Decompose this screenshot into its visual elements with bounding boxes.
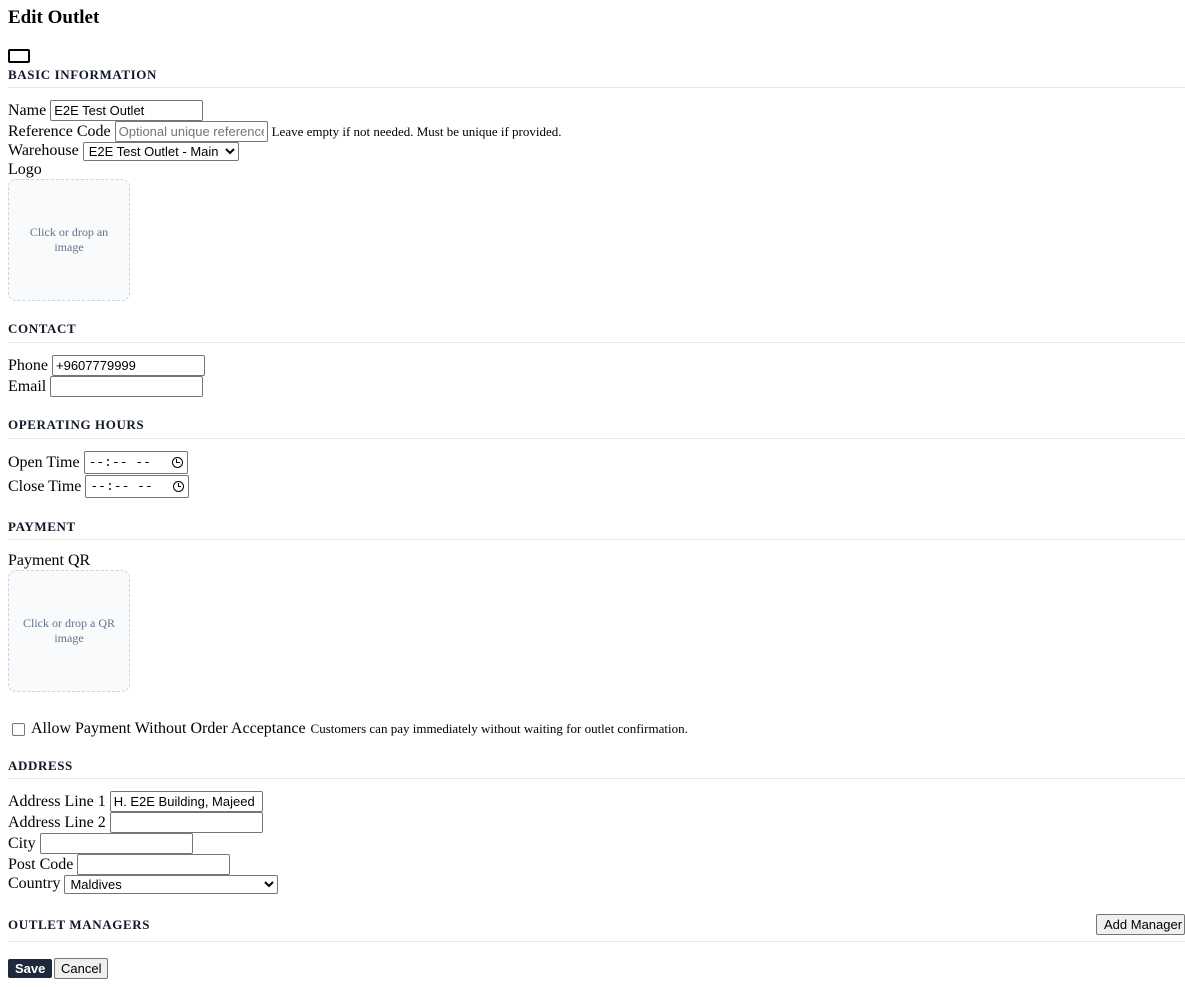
close-time-label: Close Time bbox=[8, 477, 82, 495]
name-input[interactable] bbox=[50, 100, 204, 121]
address-line2-input[interactable] bbox=[109, 812, 263, 833]
logo-dropzone[interactable]: Click or drop an image bbox=[8, 179, 130, 301]
page-title: Edit Outlet bbox=[8, 7, 100, 28]
section-managers-heading: OUTLET MANAGERS bbox=[8, 917, 151, 932]
divider bbox=[8, 778, 1185, 779]
email-row: Email bbox=[8, 376, 204, 397]
close-time-input[interactable]: --:-- -- bbox=[85, 475, 190, 498]
section-basic-heading: BASIC INFORMATION bbox=[8, 67, 157, 82]
payment-qr-dropzone[interactable]: Click or drop a QR image bbox=[8, 570, 130, 692]
address-line1-input[interactable] bbox=[109, 791, 263, 812]
warehouse-row: Warehouse E2E Test Outlet - Main bbox=[8, 141, 239, 161]
warehouse-label: Warehouse bbox=[8, 142, 79, 159]
divider bbox=[8, 342, 1185, 343]
address-line1-label: Address Line 1 bbox=[8, 792, 106, 810]
payment-qr-label: Payment QR bbox=[8, 552, 91, 569]
divider bbox=[8, 539, 1185, 540]
city-label: City bbox=[8, 834, 36, 852]
phone-label: Phone bbox=[8, 356, 48, 374]
allow-payment-hint: Customers can pay immediately without wa… bbox=[310, 721, 688, 736]
section-contact-heading: CONTACT bbox=[8, 321, 77, 336]
close-time-row: Close Time --:-- -- bbox=[8, 475, 190, 498]
close-time-value: --:-- -- bbox=[90, 479, 153, 494]
post-code-input[interactable] bbox=[77, 854, 231, 875]
allow-payment-row: Allow Payment Without Order Acceptance C… bbox=[12, 719, 688, 739]
email-label: Email bbox=[8, 377, 47, 395]
post-code-label: Post Code bbox=[8, 855, 74, 873]
clock-icon[interactable] bbox=[173, 481, 185, 492]
country-select[interactable]: Maldives bbox=[64, 874, 279, 894]
address-line1-row: Address Line 1 bbox=[8, 791, 263, 812]
name-label: Name bbox=[8, 101, 47, 119]
logo-label: Logo bbox=[8, 161, 42, 178]
section-address-heading: ADDRESS bbox=[8, 758, 73, 773]
clock-icon[interactable] bbox=[171, 457, 183, 468]
divider bbox=[8, 941, 1185, 942]
add-manager-button[interactable]: Add Manager bbox=[1096, 914, 1185, 935]
post-code-row: Post Code bbox=[8, 854, 231, 875]
country-label: Country bbox=[8, 875, 61, 892]
payment-qr-dropzone-text: Click or drop a QR image bbox=[23, 616, 115, 645]
address-line2-row: Address Line 2 bbox=[8, 812, 263, 833]
reference-code-label: Reference Code bbox=[8, 122, 111, 140]
open-time-input[interactable]: --:-- -- bbox=[83, 451, 188, 474]
open-time-label: Open Time bbox=[8, 453, 80, 471]
city-row: City bbox=[8, 833, 193, 854]
section-payment-heading: PAYMENT bbox=[8, 519, 76, 534]
allow-payment-checkbox[interactable] bbox=[12, 722, 25, 736]
email-input[interactable] bbox=[50, 376, 204, 397]
warehouse-select[interactable]: E2E Test Outlet - Main bbox=[82, 141, 239, 161]
save-button[interactable]: Save bbox=[8, 959, 53, 978]
divider bbox=[8, 438, 1185, 439]
divider bbox=[8, 87, 1185, 88]
open-time-value: --:-- -- bbox=[88, 455, 151, 470]
open-time-row: Open Time --:-- -- bbox=[8, 451, 188, 474]
country-row: Country Maldives bbox=[8, 874, 279, 894]
reference-code-row: Reference Code Leave empty if not needed… bbox=[8, 121, 562, 142]
name-row: Name bbox=[8, 100, 204, 121]
allow-payment-label: Allow Payment Without Order Acceptance bbox=[31, 720, 306, 737]
address-line2-label: Address Line 2 bbox=[8, 813, 106, 831]
cancel-button[interactable]: Cancel bbox=[54, 958, 109, 979]
phone-row: Phone bbox=[8, 355, 205, 376]
reference-code-input[interactable] bbox=[114, 121, 268, 142]
logo-dropzone-text: Click or drop an image bbox=[29, 225, 109, 254]
city-input[interactable] bbox=[39, 833, 193, 854]
reference-code-hint: Leave empty if not needed. Must be uniqu… bbox=[271, 123, 562, 139]
phone-input[interactable] bbox=[52, 355, 205, 376]
section-hours-heading: OPERATING HOURS bbox=[8, 417, 145, 432]
empty-button[interactable] bbox=[8, 49, 30, 63]
